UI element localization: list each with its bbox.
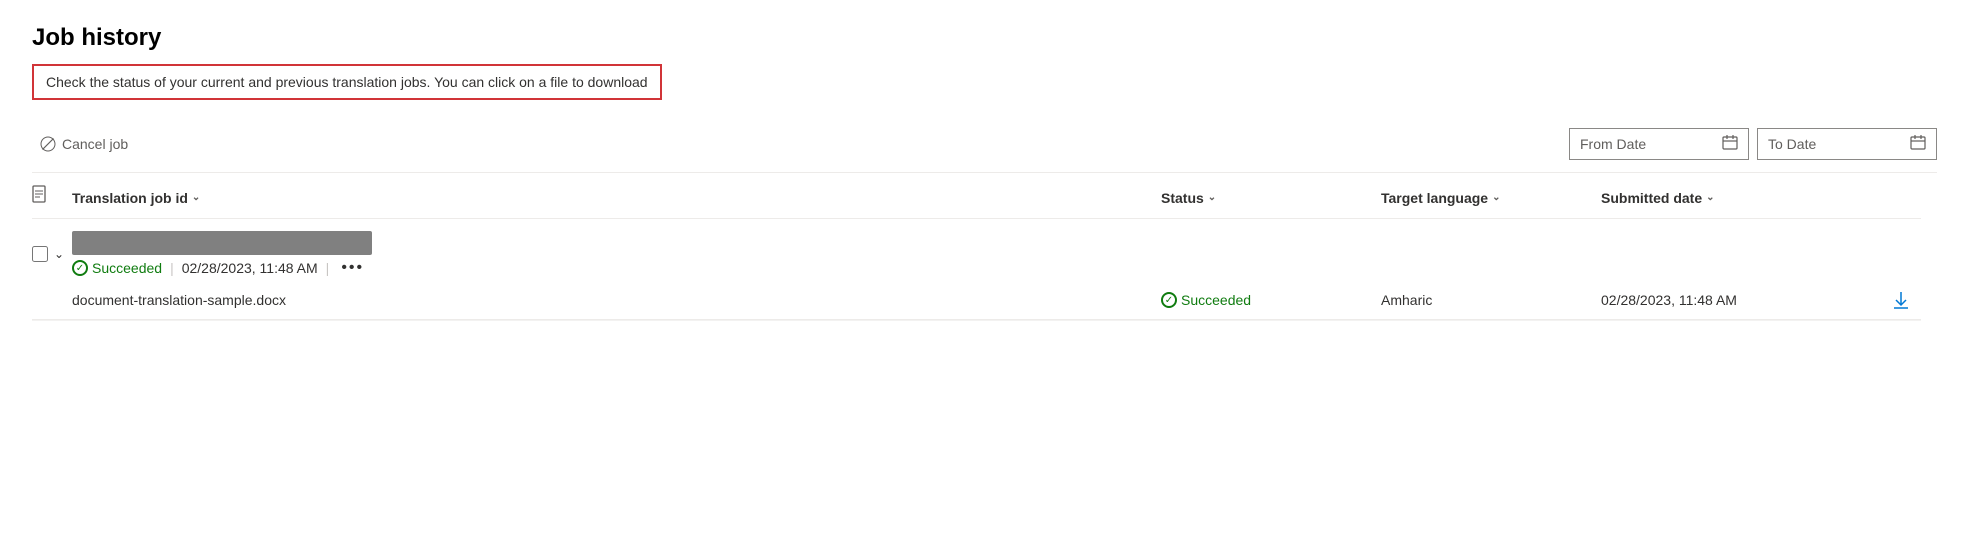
from-date-input[interactable]: From Date — [1569, 128, 1749, 160]
file-download-button[interactable] — [1881, 291, 1921, 309]
table-body: ⌄ ✓ Succeeded | 02/28/2023, 11:48 AM | — [32, 219, 1921, 321]
page-title: Job history — [32, 24, 1937, 52]
table-row: ⌄ ✓ Succeeded | 02/28/2023, 11:48 AM | — [32, 219, 1921, 321]
table-container: Translation job id ⌄ Status ⌄ Target lan… — [32, 177, 1937, 321]
job-status-succeeded: ✓ Succeeded — [72, 260, 162, 276]
toolbar-divider — [32, 172, 1937, 173]
col-header-status-sort-icon: ⌄ — [1208, 192, 1216, 203]
col-header-job-id-sort-icon: ⌄ — [192, 192, 200, 203]
file-row: document-translation-sample.docx ✓ Succe… — [32, 281, 1921, 320]
toolbar-right: From Date To Date — [1569, 128, 1937, 160]
to-date-calendar-icon — [1910, 134, 1926, 155]
col-header-submitted-date-sort-icon: ⌄ — [1706, 192, 1714, 203]
file-date: 02/28/2023, 11:48 AM — [1601, 292, 1881, 308]
from-date-label: From Date — [1580, 136, 1714, 152]
from-date-calendar-icon — [1722, 134, 1738, 155]
col-header-submitted-date-label: Submitted date — [1601, 190, 1702, 206]
pipe-separator-1: | — [170, 260, 174, 276]
col-header-job-id[interactable]: Translation job id ⌄ — [72, 190, 1161, 206]
job-row-checkbox[interactable] — [32, 246, 48, 262]
job-row-expand-button[interactable]: ⌄ — [52, 245, 66, 263]
succeeded-check-icon: ✓ — [72, 260, 88, 276]
cancel-icon — [40, 136, 56, 152]
toolbar-left: Cancel job — [32, 132, 136, 156]
col-header-target-language-label: Target language — [1381, 190, 1488, 206]
col-header-job-id-label: Translation job id — [72, 190, 188, 206]
cancel-job-button[interactable]: Cancel job — [32, 132, 136, 156]
table-header: Translation job id ⌄ Status ⌄ Target lan… — [32, 177, 1921, 219]
job-status-text: Succeeded — [92, 260, 162, 276]
job-row-controls: ⌄ — [32, 245, 72, 263]
file-language: Amharic — [1381, 292, 1601, 308]
job-status-line: ✓ Succeeded | 02/28/2023, 11:48 AM | ••• — [72, 259, 1921, 277]
job-status-date: 02/28/2023, 11:48 AM — [182, 260, 318, 276]
to-date-input[interactable]: To Date — [1757, 128, 1937, 160]
col-header-submitted-date[interactable]: Submitted date ⌄ — [1601, 190, 1881, 206]
file-name: document-translation-sample.docx — [72, 292, 1161, 308]
select-all-checkbox-area — [32, 185, 72, 210]
col-header-status[interactable]: Status ⌄ — [1161, 190, 1381, 206]
file-status: ✓ Succeeded — [1161, 292, 1381, 308]
job-id-redacted — [72, 231, 372, 255]
toolbar: Cancel job From Date To Date — [32, 120, 1937, 168]
col-header-target-language[interactable]: Target language ⌄ — [1381, 190, 1601, 206]
cancel-job-label: Cancel job — [62, 136, 128, 152]
document-icon — [32, 189, 50, 209]
to-date-label: To Date — [1768, 136, 1902, 152]
job-more-options-button[interactable]: ••• — [337, 259, 368, 277]
col-header-status-label: Status — [1161, 190, 1204, 206]
job-row-header: ⌄ ✓ Succeeded | 02/28/2023, 11:48 AM | — [32, 219, 1921, 281]
pipe-separator-2: | — [326, 260, 330, 276]
col-header-target-language-sort-icon: ⌄ — [1492, 192, 1500, 203]
job-id-block: ✓ Succeeded | 02/28/2023, 11:48 AM | ••• — [72, 231, 1921, 277]
info-text: Check the status of your current and pre… — [46, 74, 648, 90]
file-status-text: Succeeded — [1181, 292, 1251, 308]
file-succeeded-check-icon: ✓ — [1161, 292, 1177, 308]
info-banner: Check the status of your current and pre… — [32, 64, 662, 100]
